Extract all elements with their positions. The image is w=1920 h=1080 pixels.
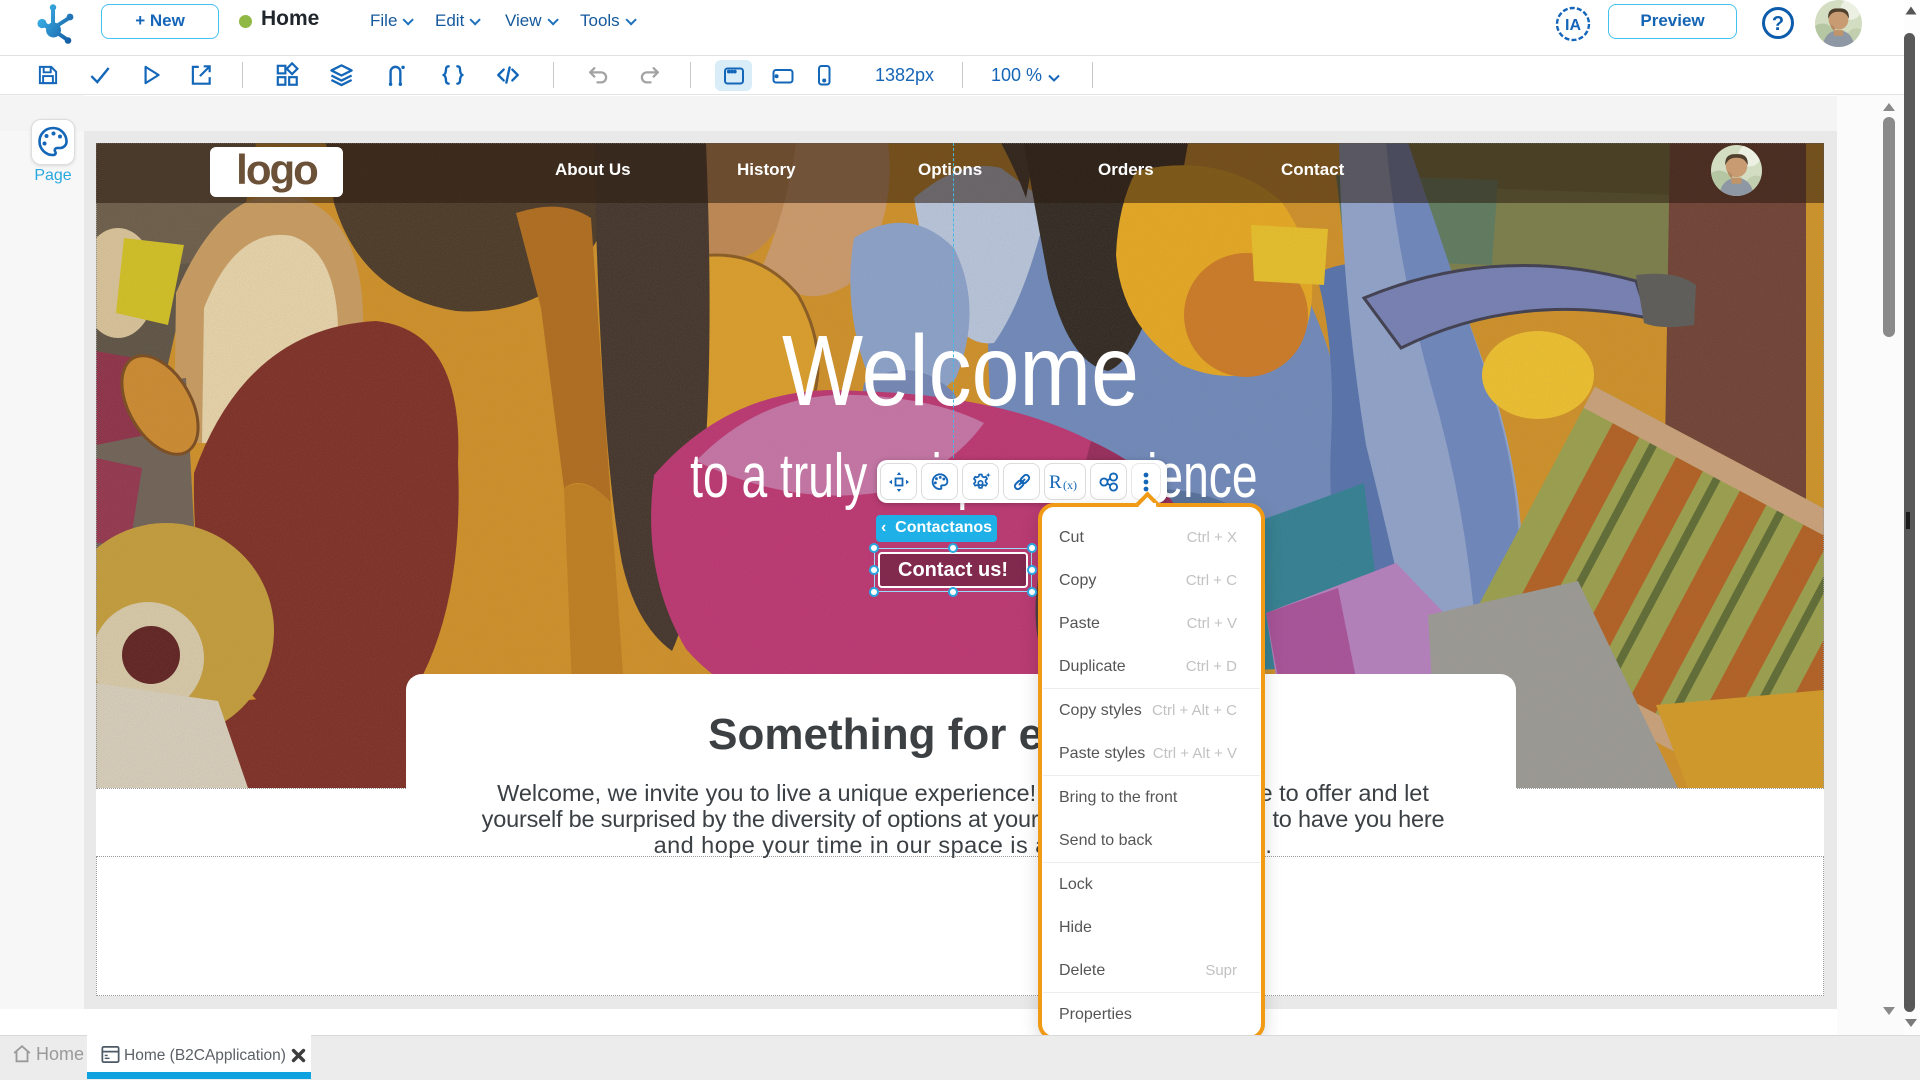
svg-text:?: ? bbox=[1772, 13, 1784, 35]
svg-text:R: R bbox=[1049, 472, 1062, 493]
svg-text:IA: IA bbox=[1565, 17, 1581, 34]
svg-text:(x): (x) bbox=[1063, 478, 1077, 492]
